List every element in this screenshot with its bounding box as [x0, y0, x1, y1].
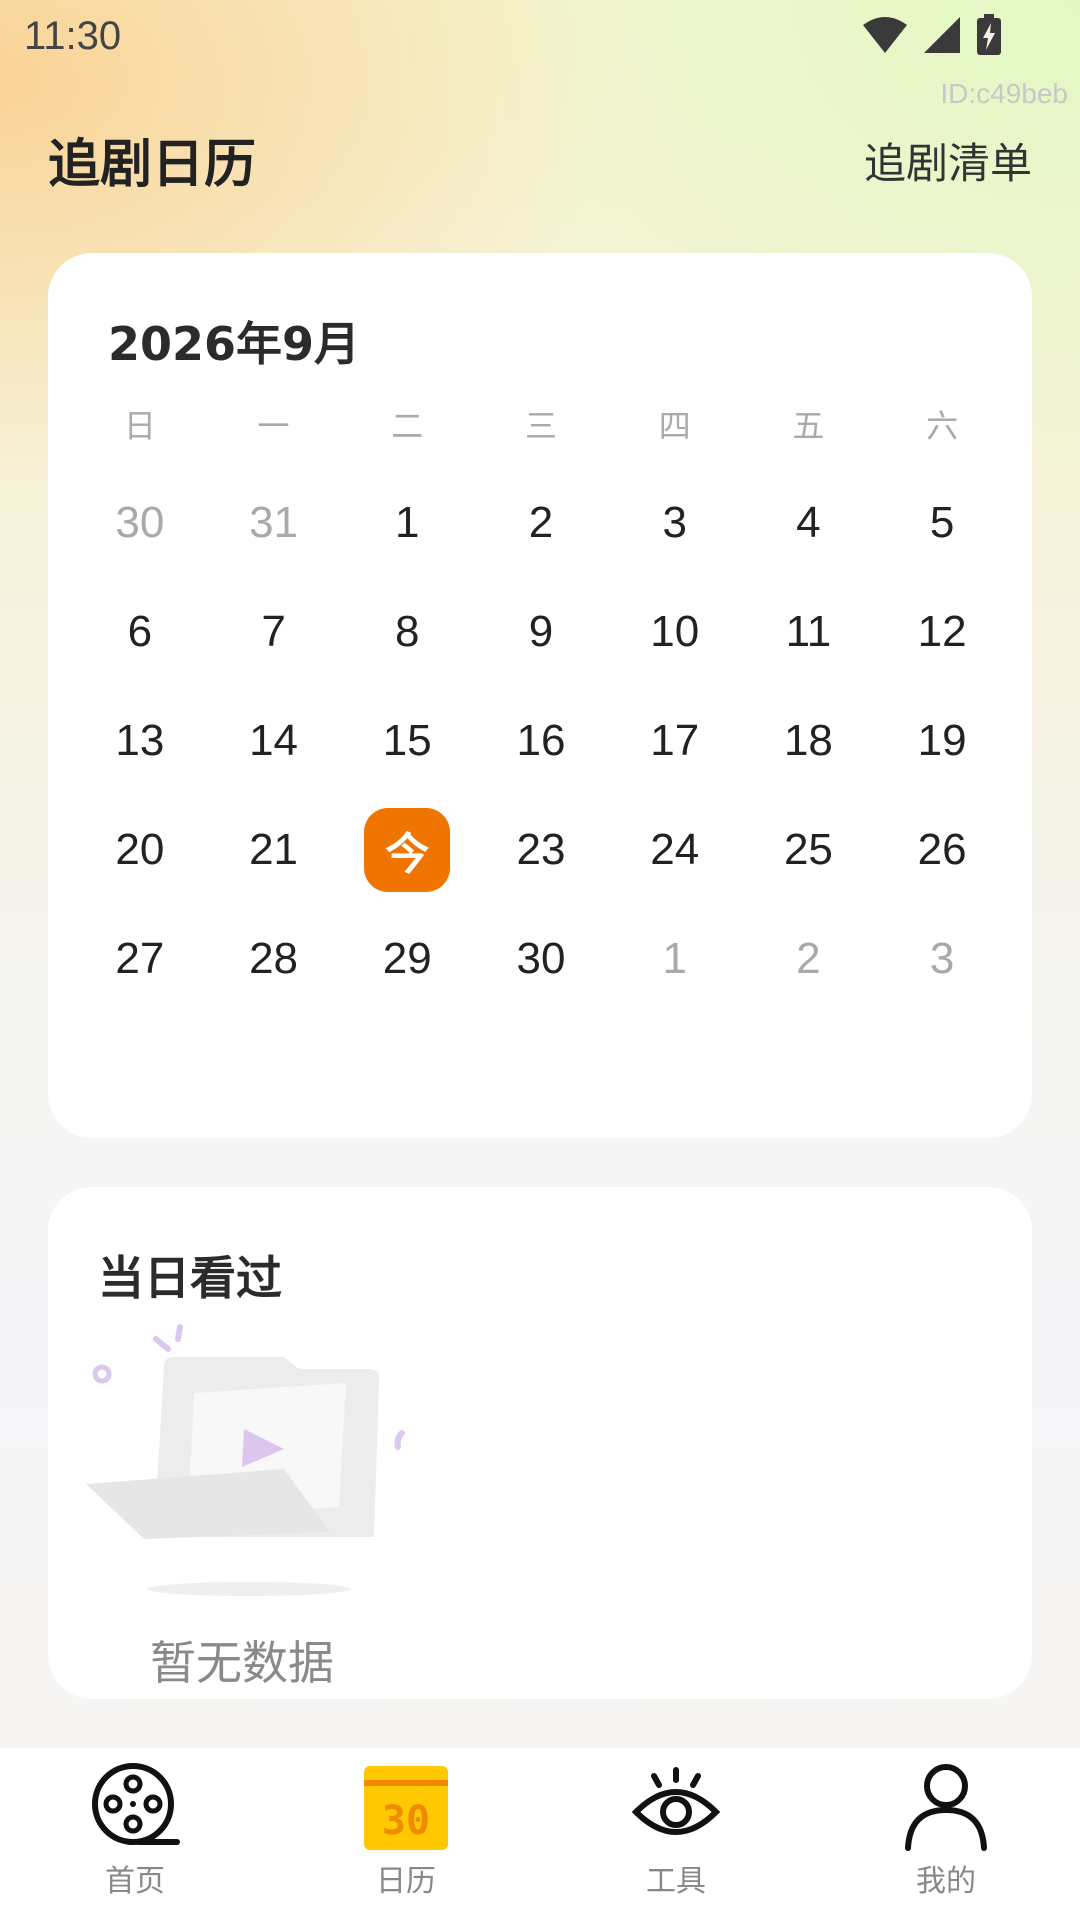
nav-label-profile: 我的: [916, 1864, 976, 1899]
calendar-day[interactable]: 19: [875, 686, 1009, 795]
calendar-days-grid: 30 31 1 2 3 4 5 6 7 8 9 10 11 12 13 14 15 16 17 18 19 20 21 今 23…: [73, 468, 1009, 1013]
calendar-day[interactable]: 8: [340, 577, 474, 686]
nav-item-calendar[interactable]: 30 日历: [326, 1760, 486, 1910]
calendar-day[interactable]: 1: [608, 904, 742, 1013]
calendar-card: 2026年9月 日 一 二 三 四 五 六 30 31 1 2 3 4 5 6 7 8 9 10 11 1…: [48, 253, 1032, 1138]
weekday-label: 日: [123, 407, 156, 445]
weekday-label: 四: [658, 407, 691, 445]
bottom-navigation: 首页 30 日历 工具 我的: [0, 1748, 1080, 1920]
calendar-day[interactable]: 30: [474, 904, 608, 1013]
calendar-day[interactable]: 23: [474, 795, 608, 904]
battery-charging-icon: [977, 14, 1001, 55]
calendar-day[interactable]: 13: [73, 686, 207, 795]
nav-item-profile[interactable]: 我的: [866, 1760, 1026, 1910]
calendar-day[interactable]: 9: [474, 577, 608, 686]
svg-text:30: 30: [382, 1798, 430, 1844]
calendar-30-icon: 30: [364, 1766, 448, 1850]
nav-item-tools[interactable]: 工具: [596, 1760, 756, 1910]
watchlist-link[interactable]: 追剧清单: [864, 130, 1032, 191]
weekday-label: 三: [524, 407, 557, 445]
page-title: 追剧日历: [48, 135, 257, 195]
calendar-day[interactable]: 11: [742, 577, 876, 686]
calendar-day[interactable]: 3: [875, 904, 1009, 1013]
calendar-day[interactable]: 27: [73, 904, 207, 1013]
status-icons: [862, 14, 1002, 56]
weekday-header: 日 一 二 三 四 五 六: [73, 401, 1009, 447]
weekday-label: 五: [792, 407, 825, 445]
user-icon: [905, 1764, 987, 1851]
calendar-day[interactable]: 2: [742, 904, 876, 1013]
nav-item-home[interactable]: 首页: [55, 1760, 215, 1910]
weekday-label: 一: [257, 407, 290, 445]
calendar-day[interactable]: 20: [73, 795, 207, 904]
nav-label-home: 首页: [105, 1864, 165, 1899]
calendar-day[interactable]: 21: [207, 795, 341, 904]
calendar-day[interactable]: 6: [73, 577, 207, 686]
film-reel-icon: [92, 1763, 180, 1845]
calendar-day-today[interactable]: 今: [340, 795, 474, 904]
calendar-day[interactable]: 10: [608, 577, 742, 686]
weekday-label: 六: [926, 407, 959, 445]
empty-state-text: 暂无数据: [150, 1636, 334, 1690]
nav-label-tools: 工具: [646, 1864, 706, 1899]
calendar-day[interactable]: 28: [207, 904, 341, 1013]
calendar-day[interactable]: 7: [207, 577, 341, 686]
calendar-day[interactable]: 3: [608, 468, 742, 577]
user-id-label: ID:c49beb: [940, 78, 1068, 109]
calendar-day[interactable]: 1: [340, 468, 474, 577]
empty-folder-illustration: [86, 1324, 405, 1596]
calendar-day[interactable]: 5: [875, 468, 1009, 577]
calendar-day[interactable]: 15: [340, 686, 474, 795]
nav-label-calendar: 日历: [376, 1864, 436, 1899]
calendar-day[interactable]: 16: [474, 686, 608, 795]
calendar-day[interactable]: 12: [875, 577, 1009, 686]
eye-icon: [631, 1767, 721, 1835]
watched-today-title: 当日看过: [98, 1251, 282, 1305]
calendar-day[interactable]: 25: [742, 795, 876, 904]
today-badge: 今: [364, 807, 451, 892]
calendar-day[interactable]: 24: [608, 795, 742, 904]
weekday-label: 二: [391, 407, 424, 445]
calendar-day[interactable]: 26: [875, 795, 1009, 904]
status-time: 11:30: [24, 14, 122, 58]
month-title[interactable]: 2026年9月: [108, 308, 360, 374]
calendar-day[interactable]: 31: [207, 468, 341, 577]
watched-today-card: 当日看过 暂无数据: [48, 1187, 1032, 1699]
calendar-day[interactable]: 29: [340, 904, 474, 1013]
calendar-day[interactable]: 4: [742, 468, 876, 577]
calendar-day[interactable]: 14: [207, 686, 341, 795]
calendar-day[interactable]: 30: [73, 468, 207, 577]
calendar-day[interactable]: 2: [474, 468, 608, 577]
calendar-day[interactable]: 18: [742, 686, 876, 795]
calendar-day[interactable]: 17: [608, 686, 742, 795]
wifi-icon: [863, 17, 907, 53]
signal-icon: [924, 17, 960, 53]
